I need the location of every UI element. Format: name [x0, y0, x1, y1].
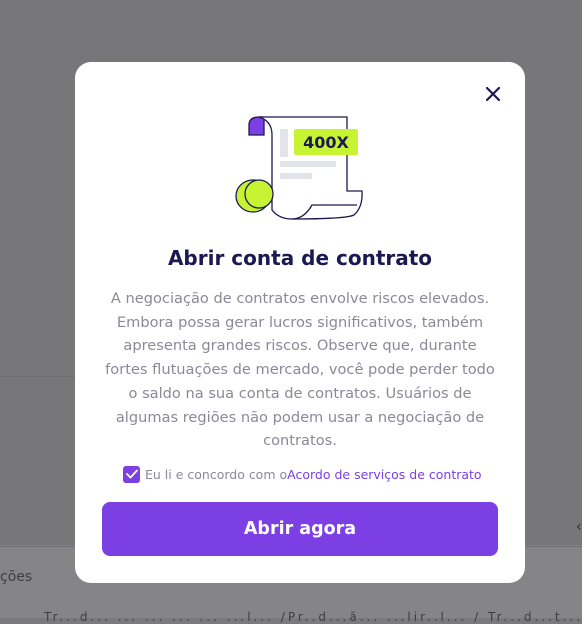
- checkmark-icon: [125, 469, 138, 479]
- background-divider: [0, 376, 76, 377]
- contract-terms-link[interactable]: Acordo de serviços de contrato: [287, 467, 481, 482]
- multiplier-badge: 400X: [303, 133, 349, 152]
- agreement-checkbox[interactable]: [123, 465, 140, 483]
- agreement-text: Eu li e concordo com o: [145, 466, 288, 482]
- background-section-label: ções: [0, 569, 33, 585]
- open-now-button[interactable]: Abrir agora: [102, 502, 498, 556]
- chevron-left-icon[interactable]: ‹: [576, 519, 582, 535]
- open-contract-account-modal: 400X Abrir conta de contrato A negociaçã…: [75, 62, 525, 583]
- close-button[interactable]: [479, 80, 507, 108]
- agreement-row: Eu li e concordo com o Acordo de serviços…: [123, 465, 482, 483]
- background-footer-text: Tr...d... ... ... ... ... ...l... /Pr..d…: [44, 610, 582, 624]
- modal-title: Abrir conta de contrato: [167, 246, 433, 270]
- contract-illustration: 400X: [232, 115, 367, 223]
- risk-description: A negociação de contratos envolve riscos…: [105, 290, 495, 450]
- close-icon: [485, 86, 501, 102]
